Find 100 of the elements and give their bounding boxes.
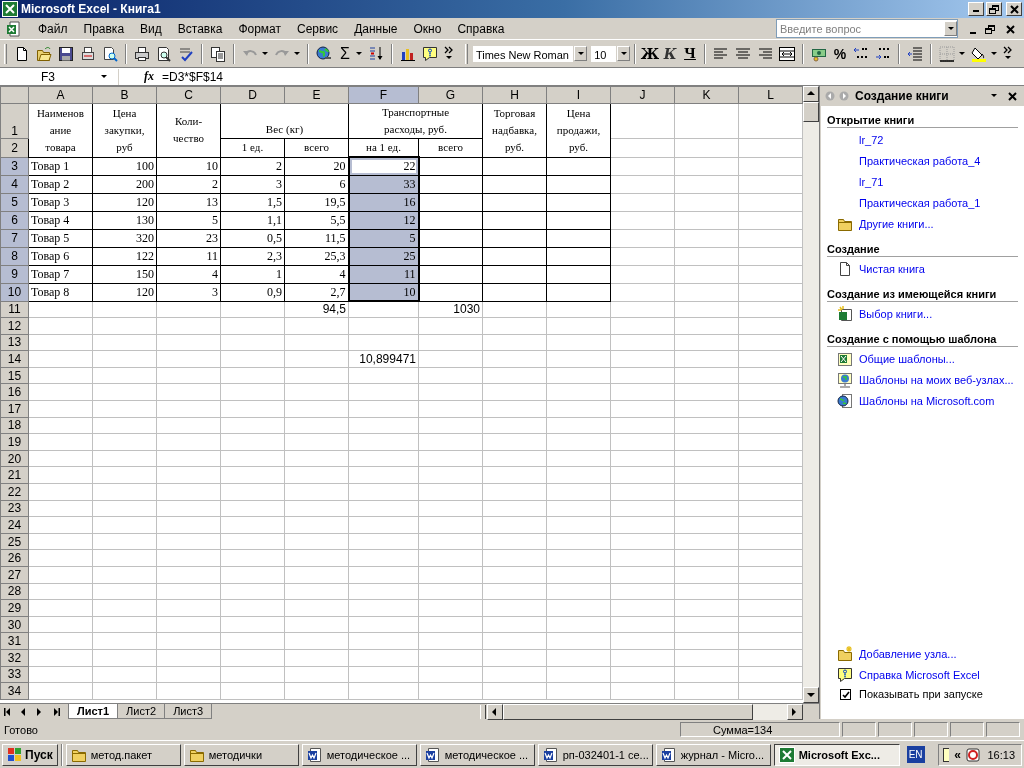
link[interactable]: lr_71 [859,176,884,188]
sheet-tab[interactable]: Лист2 [117,704,166,719]
column-header[interactable]: J [610,86,675,104]
copy-icon[interactable] [209,45,226,62]
column-header[interactable]: F [348,86,419,104]
print-icon[interactable] [133,45,150,62]
font-name-field[interactable]: Times New Roman [471,44,575,63]
column-header[interactable]: C [156,86,221,104]
scroll-left-button[interactable] [487,703,503,720]
column-header[interactable]: I [546,86,611,104]
sort-icon[interactable] [367,45,384,62]
menu-item[interactable]: Вставка [169,19,231,38]
align-left-icon[interactable] [713,45,729,62]
menu-item[interactable]: Формат [230,19,290,38]
checkbox[interactable] [840,688,851,700]
link[interactable]: Выбор книги... [859,308,933,320]
italic-button[interactable]: К [660,42,680,65]
spreadsheet-icon[interactable] [837,306,853,322]
formula-field[interactable]: =D3*$F$14 [158,69,224,84]
percent-button[interactable]: % [830,42,850,65]
caret-icon[interactable] [958,49,966,58]
spelling-icon[interactable] [177,45,194,62]
help-search-box[interactable]: Введите вопрос [776,19,958,38]
borders-icon[interactable] [939,45,955,62]
print-preview-icon[interactable] [155,45,172,62]
menu-item[interactable]: Вид [132,19,170,38]
row-header[interactable]: 1 [0,103,29,139]
scrollbar-thumb[interactable] [503,703,753,720]
caret-icon[interactable] [260,49,269,58]
taskbar-button[interactable]: методички [183,743,299,766]
tab-split-handle[interactable] [480,704,486,719]
column-header[interactable]: G [418,86,483,104]
first-sheet-icon[interactable] [3,706,13,717]
folder-icon[interactable] [837,646,853,662]
decrease-decimal-icon[interactable] [875,45,891,62]
folder-icon[interactable] [837,216,853,232]
font-size-field[interactable]: 10 [590,44,617,63]
align-center-icon[interactable] [735,45,751,62]
link[interactable]: Добавление узла... [859,648,957,660]
close-button[interactable] [1006,2,1022,16]
taskbar-button[interactable]: методическое ... [419,743,535,766]
link[interactable]: Справка Microsoft Excel [859,669,980,681]
last-sheet-icon[interactable] [51,706,61,717]
help-icon[interactable] [421,45,438,62]
close-icon[interactable] [1004,22,1016,35]
caret-icon[interactable] [292,49,301,58]
autosum-button[interactable]: Σ [334,42,355,65]
link[interactable]: Шаблоны на Microsoft.com [859,395,995,407]
template-icon[interactable] [837,351,853,367]
start-button[interactable]: Пуск [2,743,58,766]
tray-app-icon[interactable] [965,746,982,763]
caret-icon[interactable] [990,49,998,58]
link[interactable]: Шаблоны на моих веб-узлах... [859,374,1014,386]
taskbar-button[interactable]: журнал - Micro... [655,743,771,766]
dropdown-button[interactable] [944,21,957,36]
close-icon[interactable] [1006,90,1018,102]
taskbar-button[interactable]: рп-032401-1 се... [537,743,653,766]
align-right-icon[interactable] [757,45,773,62]
menu-item[interactable]: Сервис [289,19,347,38]
help-icon[interactable] [837,667,853,683]
caret-icon[interactable] [354,49,363,58]
restore-button[interactable] [986,2,1002,16]
indent-icon[interactable] [907,45,923,62]
caret-icon[interactable] [990,92,998,100]
globe-icon[interactable] [837,393,853,409]
menu-item[interactable]: Справка [449,19,513,38]
taskbar-button[interactable]: методическое ... [301,743,417,766]
column-header[interactable]: B [92,86,157,104]
link[interactable]: Другие книги... [859,218,934,230]
web-template-icon[interactable] [837,372,853,388]
link[interactable]: Практическая работа_4 [859,155,981,167]
link[interactable]: Общие шаблоны... [859,353,955,365]
scroll-up-button[interactable] [803,86,819,102]
column-header[interactable]: A [28,86,93,104]
mail-icon[interactable] [79,45,96,62]
sheet-tab[interactable]: Лист1 [68,704,119,719]
link[interactable]: Чистая книга [859,263,925,275]
link[interactable]: Практическая работа_1 [859,197,981,209]
menu-item[interactable]: Правка [75,19,133,38]
column-header[interactable]: D [220,86,285,104]
folder-icon[interactable] [35,45,52,62]
column-header[interactable]: L [738,86,803,104]
scroll-down-button[interactable] [803,687,819,703]
document-icon[interactable] [941,746,950,763]
name-box[interactable]: F3 [0,68,96,85]
underline-button[interactable]: Ч [680,42,700,65]
menu-item[interactable]: Данные [346,19,406,38]
bold-button[interactable]: Ж [640,42,660,65]
save-icon[interactable] [57,45,74,62]
show-hidden-icons-button[interactable]: « [951,747,964,762]
fill-color-icon[interactable] [971,45,987,62]
column-header[interactable]: H [482,86,547,104]
document-icon[interactable] [837,261,853,277]
document-search-icon[interactable] [101,45,118,62]
taskbar-button[interactable]: Microsoft Exc... [773,743,900,766]
taskbar-button[interactable]: метод.пакет [65,743,181,766]
sheet-tab[interactable]: Лист3 [164,704,213,719]
scrollbar-thumb[interactable] [803,102,819,122]
column-header[interactable]: K [674,86,739,104]
dropdown-button[interactable] [617,46,630,61]
